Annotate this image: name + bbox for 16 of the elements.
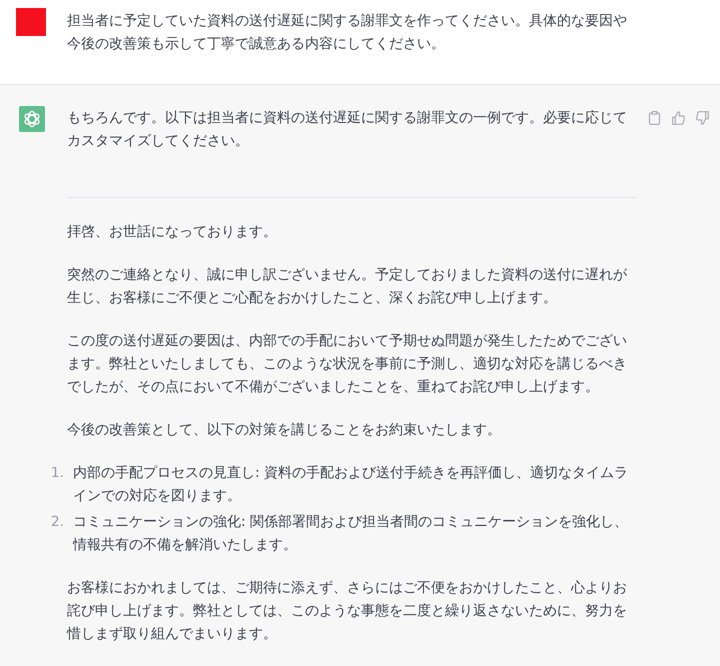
message-paragraph: 拝啓、お世話になっております。 [67,223,278,242]
message-paragraph: 今後の改善策として、以下の対策を講じることをお約束いたします。 [67,421,502,440]
thumbs-down-icon[interactable] [696,111,709,125]
user-message-text: 担当者に予定していた資料の送付遅延に関する謝罪文を作ってください。具体的な要因や今後の改善策も示して丁寧で誠意ある内容にしてください。 [67,12,628,54]
list-number: 2. [50,513,64,532]
clipboard-icon[interactable] [648,111,661,125]
list-item-text: コミュニケーションの強化: 関係部署間および担当者間のコミュニケーションを強化し、情報共有の不備を解消いたします。 [73,513,630,555]
user-avatar-icon [16,8,46,36]
message-paragraph: 突然のご連絡となり、誠に申し訳ございません。予定しておりました資料の送付に遅れが生じ、お客様にご不便とご心配をおかけしたこと、深くお詫び申し上げます。 [67,266,628,308]
message-paragraph: この度の送付遅延の要因は、内部での手配において予期せぬ問題が発生したためでございます。弊社といたしましても、このような状況を事前に予測し、適切な対応を講じるべきでしたが、その点において不備がございましたことを、重ねてお詫び申し上げます。 [67,332,628,397]
message-paragraph: もちろんです。以下は担当者に資料の送付遅延に関する謝罪文の一例です。必要に応じてカスタマイズしてください。 [67,109,628,151]
thumbs-up-icon[interactable] [672,111,685,125]
message-paragraph: お客様におかれましては、ご期待に添えず、さらにはご不便をおかけしたこと、心よりお詫び申し上げます。弊社としては、このような事態を二度と繰り返さないために、努力を惜しまず取り組んでまいります。 [67,579,628,644]
list-number: 1. [50,464,64,483]
list-item-text: 内部の手配プロセスの見直し: 資料の手配および送付手続きを再評価し、適切なタイムラインでの対応を図ります。 [73,464,630,506]
logo-icon [19,106,45,132]
